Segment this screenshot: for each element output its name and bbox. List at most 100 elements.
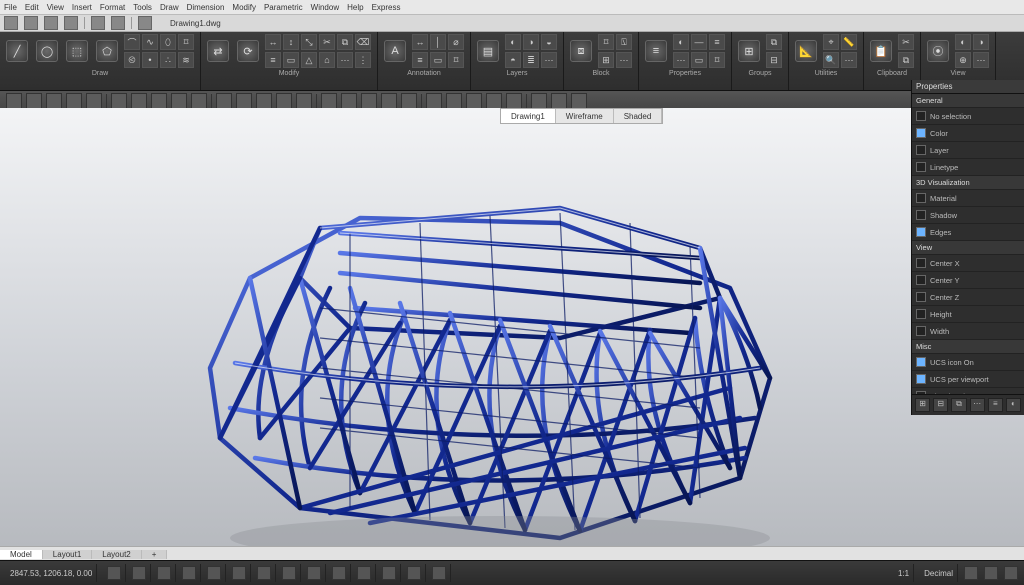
ribbon-small-icon[interactable]: ⌀ [448, 34, 464, 50]
ribbon-small-icon[interactable]: ⋯ [616, 52, 632, 68]
subribbon-icon[interactable] [341, 93, 357, 109]
ribbon-small-icon[interactable]: ↕ [283, 34, 299, 50]
checkbox-icon[interactable] [916, 309, 926, 319]
menu-format[interactable]: Format [100, 3, 125, 12]
prop-item[interactable]: Edges [912, 224, 1024, 241]
subribbon-icon[interactable] [401, 93, 417, 109]
ribbon-small-icon[interactable]: ⊟ [766, 52, 782, 68]
menu-dimension[interactable]: Dimension [187, 3, 225, 12]
menu-view[interactable]: View [47, 3, 64, 12]
sheet-tab-layout1[interactable]: Layout1 [43, 550, 92, 559]
checkbox-icon[interactable] [916, 357, 926, 367]
ribbon-small-icon[interactable]: ⌫ [355, 34, 371, 50]
prop-item[interactable]: Center Y [912, 272, 1024, 289]
ribbon-small-icon[interactable]: ⌑ [448, 52, 464, 68]
ribbon-big-icon[interactable]: ▤ [475, 38, 501, 64]
menu-insert[interactable]: Insert [72, 3, 92, 12]
ribbon-small-icon[interactable]: │ [430, 34, 446, 50]
subribbon-icon[interactable] [236, 93, 252, 109]
subribbon-icon[interactable] [86, 93, 102, 109]
ribbon-small-icon[interactable]: ⌂ [319, 52, 335, 68]
undo-icon[interactable] [91, 16, 105, 30]
menu-help[interactable]: Help [347, 3, 363, 12]
ribbon-small-icon[interactable]: ⋯ [541, 52, 557, 68]
ribbon-big-icon[interactable]: 📐 [793, 38, 819, 64]
prop-item[interactable]: Width [912, 323, 1024, 340]
prop-item[interactable]: UCS per viewport [912, 371, 1024, 388]
subribbon-icon[interactable] [256, 93, 272, 109]
ribbon-small-icon[interactable]: ⧉ [766, 34, 782, 50]
subribbon-icon[interactable] [426, 93, 442, 109]
subribbon-icon[interactable] [26, 93, 42, 109]
ribbon-small-icon[interactable]: ⧀ [124, 52, 140, 68]
status-toggle-osnap[interactable] [228, 564, 251, 582]
prop-panel-button[interactable]: ≡ [988, 398, 1003, 412]
ribbon-small-icon[interactable]: • [142, 52, 158, 68]
ribbon-small-icon[interactable]: ⋮ [355, 52, 371, 68]
checkbox-icon[interactable] [916, 193, 926, 203]
sheet-tab-layout2[interactable]: Layout2 [92, 550, 141, 559]
ribbon-small-icon[interactable]: △ [301, 52, 317, 68]
checkbox-icon[interactable] [916, 326, 926, 336]
subribbon-icon[interactable] [506, 93, 522, 109]
prop-item[interactable]: Center X [912, 255, 1024, 272]
ribbon-small-icon[interactable]: ⌑ [178, 34, 194, 50]
checkbox-icon[interactable] [916, 111, 926, 121]
menu-draw[interactable]: Draw [160, 3, 179, 12]
prop-item[interactable]: Height [912, 306, 1024, 323]
menu-modify[interactable]: Modify [232, 3, 256, 12]
ribbon-big-icon[interactable]: ◯ [34, 38, 60, 64]
add-sheet-button[interactable]: + [142, 550, 168, 559]
prop-section-misc[interactable]: Misc [912, 340, 1024, 354]
ribbon-small-icon[interactable]: ✂ [898, 34, 914, 50]
ribbon-small-icon[interactable]: — [691, 34, 707, 50]
units-readout[interactable]: Decimal [920, 564, 958, 582]
checkbox-icon[interactable] [916, 145, 926, 155]
ribbon-big-icon[interactable]: A [382, 38, 408, 64]
ribbon-small-icon[interactable]: ◑ [973, 34, 989, 50]
subribbon-icon[interactable] [216, 93, 232, 109]
menu-parametric[interactable]: Parametric [264, 3, 303, 12]
ribbon-small-icon[interactable]: ✂ [319, 34, 335, 50]
ribbon-big-icon[interactable]: ╱ [4, 38, 30, 64]
ribbon-small-icon[interactable]: ≣ [523, 52, 539, 68]
open-icon[interactable] [44, 16, 58, 30]
ribbon-big-icon[interactable]: ⬠ [94, 38, 120, 64]
prop-panel-button[interactable]: ⋯ [970, 398, 985, 412]
prop-section-3d-visualization[interactable]: 3D Visualization [912, 176, 1024, 190]
subribbon-icon[interactable] [296, 93, 312, 109]
prop-item[interactable]: Color [912, 125, 1024, 142]
redo-icon[interactable] [111, 16, 125, 30]
ribbon-small-icon[interactable]: ⌒ [124, 34, 140, 50]
ribbon-small-icon[interactable]: ◓ [505, 52, 521, 68]
checkbox-icon[interactable] [916, 128, 926, 138]
prop-item[interactable]: Layer [912, 142, 1024, 159]
ribbon-small-icon[interactable]: ◐ [505, 34, 521, 50]
ribbon-small-icon[interactable]: ⊕ [955, 52, 971, 68]
subribbon-icon[interactable] [466, 93, 482, 109]
prop-panel-button[interactable]: ⊞ [915, 398, 930, 412]
ribbon-big-icon[interactable]: ⟳ [235, 38, 261, 64]
subribbon-icon[interactable] [486, 93, 502, 109]
ribbon-small-icon[interactable]: ⧉ [898, 52, 914, 68]
ribbon-small-icon[interactable]: ⤡ [301, 34, 317, 50]
status-toggle-lwt[interactable] [353, 564, 376, 582]
ribbon-small-icon[interactable]: ⋯ [841, 52, 857, 68]
prop-item[interactable]: No selection [912, 108, 1024, 125]
ribbon-small-icon[interactable]: ⧉ [337, 34, 353, 50]
ribbon-small-icon[interactable]: ⋯ [973, 52, 989, 68]
ribbon-small-icon[interactable]: ⋯ [337, 52, 353, 68]
status-toggle-ducs[interactable] [303, 564, 326, 582]
status-toggle-polar[interactable] [203, 564, 226, 582]
subribbon-icon[interactable] [551, 93, 567, 109]
menu-window[interactable]: Window [311, 3, 339, 12]
model-viewport[interactable]: Drawing1WireframeShaded [0, 108, 1024, 561]
subribbon-icon[interactable] [151, 93, 167, 109]
ribbon-big-icon[interactable]: ⧈ [568, 38, 594, 64]
subribbon-icon[interactable] [171, 93, 187, 109]
new-icon[interactable] [24, 16, 38, 30]
sheet-tab-model[interactable]: Model [0, 550, 43, 559]
subribbon-icon[interactable] [361, 93, 377, 109]
checkbox-icon[interactable] [916, 227, 926, 237]
save-icon[interactable] [64, 16, 78, 30]
